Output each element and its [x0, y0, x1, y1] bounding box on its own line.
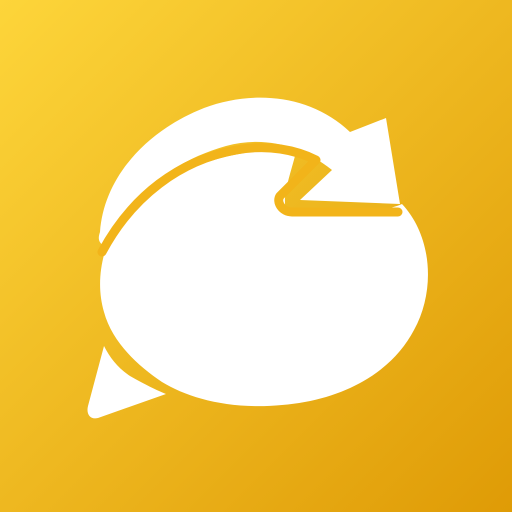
app-icon-artwork — [0, 0, 512, 512]
app-icon[interactable] — [0, 0, 512, 512]
